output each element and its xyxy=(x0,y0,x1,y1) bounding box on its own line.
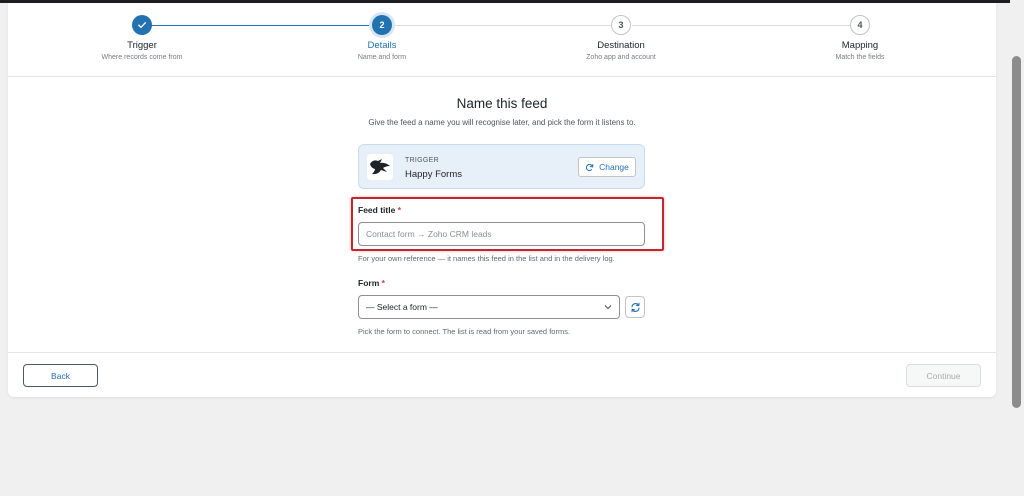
wizard-footer: Back Continue xyxy=(8,352,996,397)
step-1-circle xyxy=(132,15,152,35)
step-4-circle: 4 xyxy=(850,15,870,35)
required-marker: * xyxy=(397,205,401,215)
scrollbar-thumb[interactable] xyxy=(1012,56,1021,408)
step-1-label: Trigger xyxy=(127,40,157,51)
trigger-kicker: TRIGGER xyxy=(405,157,439,164)
page-title: Name this feed xyxy=(456,96,548,111)
page-subtitle: Give the feed a name you will recognise … xyxy=(368,118,636,127)
step-2-sub: Name and form xyxy=(357,54,407,61)
required-marker: * xyxy=(381,278,385,288)
stepper: Trigger Where records come from 2 Detail… xyxy=(8,3,996,77)
step-trigger[interactable]: Trigger Where records come from xyxy=(62,15,222,61)
step-4-label: Mapping xyxy=(841,40,879,51)
chevron-down-icon xyxy=(604,305,612,310)
step-1-sub: Where records come from xyxy=(101,54,183,61)
step-mapping[interactable]: 4 Mapping Match the fields xyxy=(780,15,940,61)
step-4-sub: Match the fields xyxy=(835,54,885,61)
happy-forms-logo-icon xyxy=(367,154,393,180)
change-trigger-button[interactable]: Change xyxy=(578,157,636,177)
form-label: Form * xyxy=(358,278,385,288)
refresh-icon xyxy=(630,302,640,312)
step-details[interactable]: 2 Details Name and form xyxy=(302,15,462,61)
step-3-circle: 3 xyxy=(611,15,631,35)
step-2-circle: 2 xyxy=(372,15,392,35)
form-select-value: — Select a form — xyxy=(366,302,438,312)
checkmark-icon xyxy=(138,22,146,28)
wizard-panel: Trigger Where records come from 2 Detail… xyxy=(8,3,996,397)
trigger-name: Happy Forms xyxy=(405,169,463,180)
back-button[interactable]: Back xyxy=(23,364,98,387)
step-destination[interactable]: 3 Destination Zoho app and account xyxy=(541,15,701,61)
step-2-label: Details xyxy=(367,40,397,51)
step-3-sub: Zoho app and account xyxy=(586,54,656,61)
feed-title-label: Feed title * xyxy=(358,205,401,215)
reload-forms-button[interactable] xyxy=(625,296,645,318)
change-button-label: Change xyxy=(599,162,629,172)
trigger-card: TRIGGER Happy Forms Change xyxy=(358,144,645,189)
form-select[interactable]: — Select a form — xyxy=(358,295,620,319)
form-help: Pick the form to connect. The list is re… xyxy=(358,327,571,336)
continue-button[interactable]: Continue xyxy=(906,364,981,387)
feed-title-input[interactable] xyxy=(358,222,645,246)
refresh-icon xyxy=(586,163,594,171)
feed-title-help: For your own reference — it names this f… xyxy=(358,254,615,263)
step-3-label: Destination xyxy=(597,40,645,51)
